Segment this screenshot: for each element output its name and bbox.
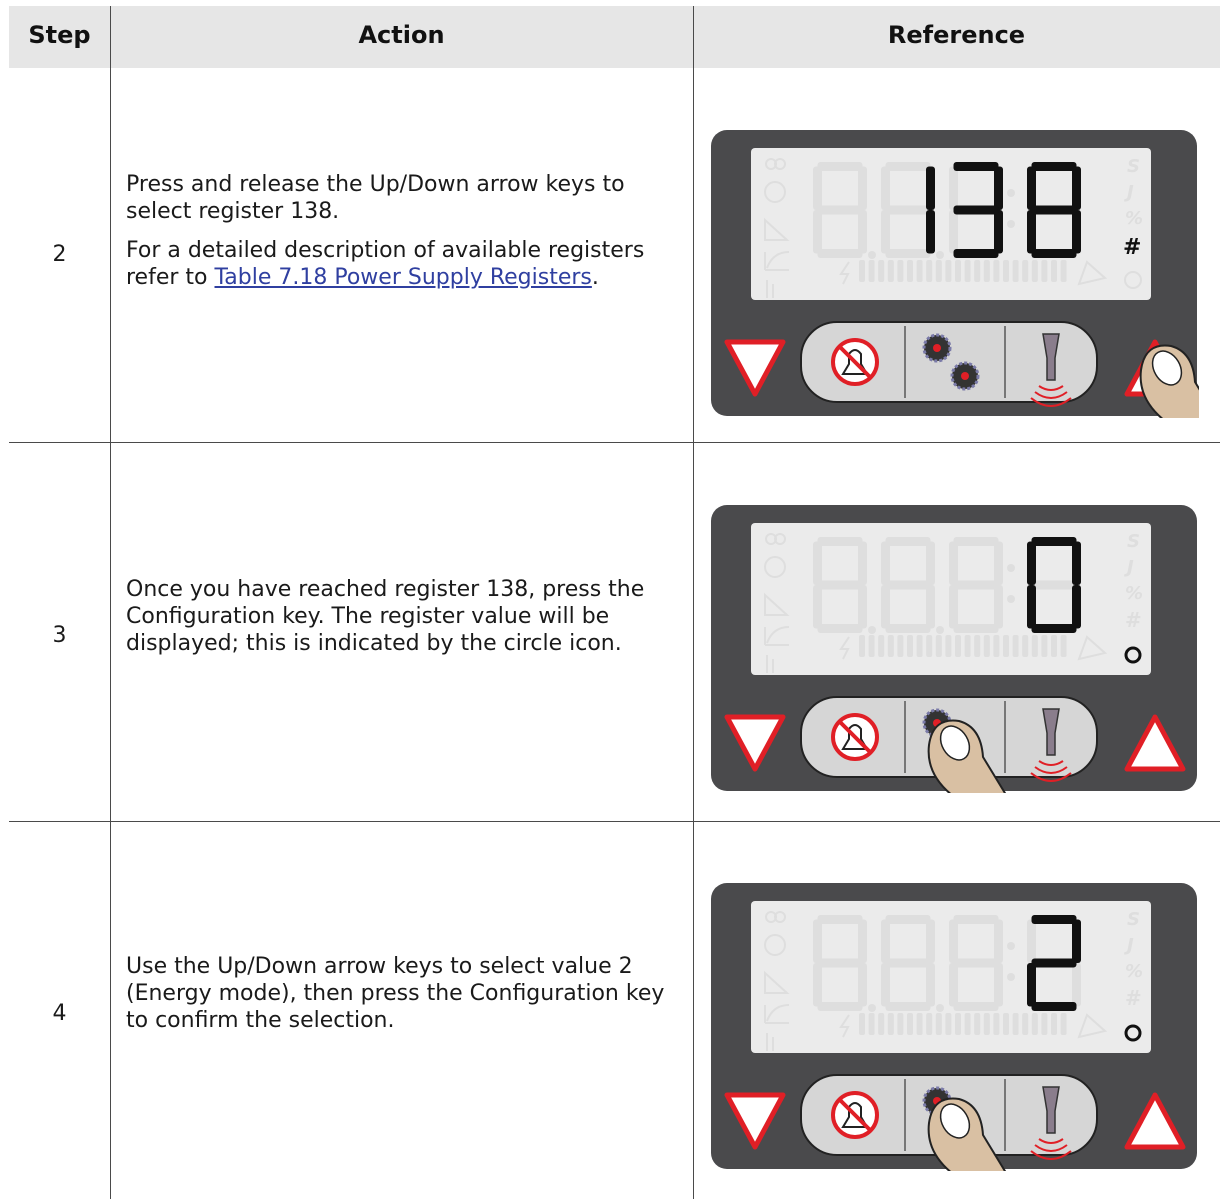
step-number: 3 — [52, 623, 67, 648]
action-instruction: Use the Up/Down arrow keys to select val… — [126, 954, 665, 1033]
svg-text:S: S — [1127, 156, 1140, 177]
step-number: 4 — [52, 1001, 67, 1026]
action-text: Use the Up/Down arrow keys to select val… — [126, 953, 671, 1046]
table-header: Step Action Reference — [9, 6, 1220, 68]
svg-text:S: S — [1127, 531, 1140, 552]
action-text: Once you have reached register 138, pres… — [126, 576, 671, 669]
control-panel: S J% # — [709, 881, 1199, 1171]
mute-bell-icon — [831, 338, 879, 386]
action-instruction: Once you have reached register 138, pres… — [126, 577, 645, 656]
svg-text:%: % — [1125, 961, 1143, 982]
action-instruction: Press and release the Up/Down arrow keys… — [126, 172, 625, 224]
mute-bell-icon — [831, 713, 879, 761]
column-divider — [693, 6, 694, 1199]
row-divider — [9, 821, 1220, 822]
mute-bell-icon — [831, 1091, 879, 1139]
table-link[interactable]: Table 7.18 Power Supply Registers — [215, 265, 592, 290]
svg-text:S: S — [1127, 909, 1140, 930]
control-panel: S J% # — [709, 503, 1199, 793]
header-action: Action — [358, 21, 445, 49]
header-reference: Reference — [887, 21, 1026, 49]
header-step: Step — [28, 21, 91, 49]
row-divider — [9, 442, 1220, 443]
svg-text:#: # — [1125, 986, 1142, 1010]
control-panel: S J% # — [709, 128, 1199, 418]
svg-text:%: % — [1125, 208, 1143, 229]
svg-text:#: # — [1125, 608, 1142, 632]
action-reference-note: For a detailed description of available … — [126, 237, 671, 291]
svg-text:%: % — [1125, 583, 1143, 604]
action-text: Press and release the Up/Down arrow keys… — [126, 171, 671, 303]
note-suffix: . — [591, 265, 599, 290]
column-divider — [110, 6, 111, 1199]
register-indicator: # — [1123, 235, 1141, 260]
step-number: 2 — [52, 242, 67, 267]
